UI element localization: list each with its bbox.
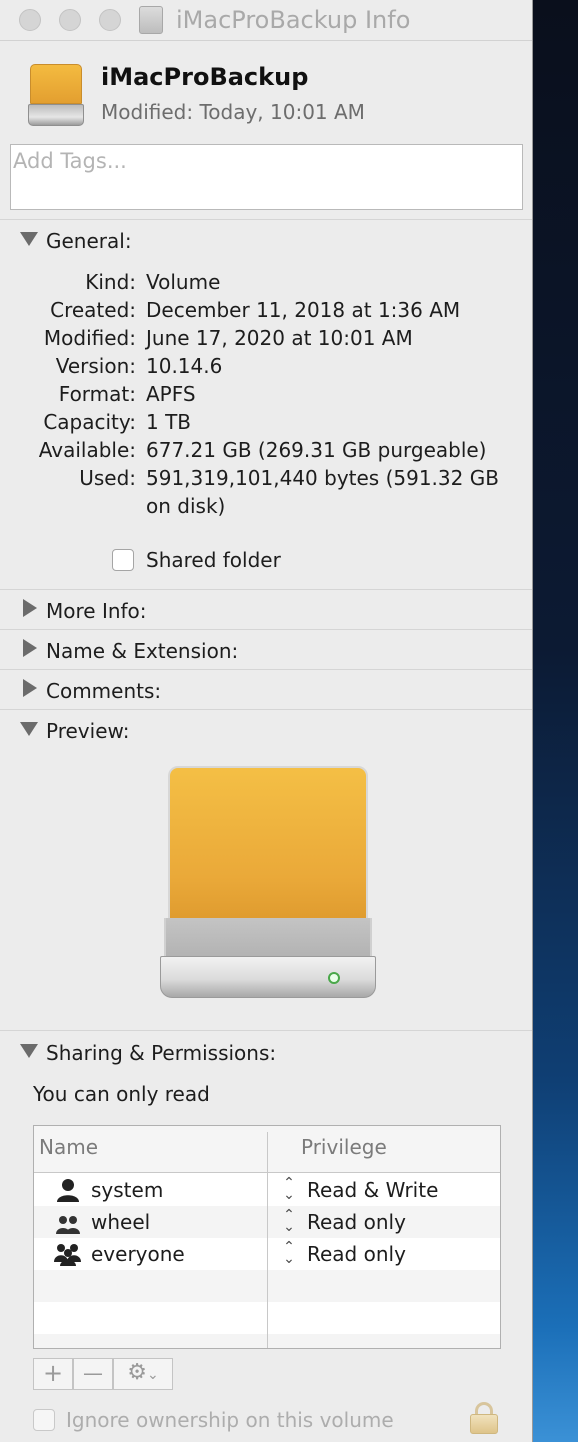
drive-led-icon [328, 972, 340, 984]
disclosure-down-icon[interactable] [18, 1040, 40, 1062]
divider [0, 669, 532, 670]
disclosure-down-icon[interactable] [18, 718, 40, 740]
divider [0, 629, 532, 630]
close-window-button[interactable] [19, 9, 41, 31]
info-window: iMacProBackup Info iMacProBackup Modifie… [0, 0, 533, 1442]
section-preview[interactable]: Preview: [18, 716, 130, 744]
header-modified: Modified: Today, 10:01 AM [101, 98, 365, 126]
info-value: APFS [146, 382, 196, 406]
privilege-stepper-icon[interactable]: ⌃ ⌄ [281, 1176, 297, 1203]
window-title: iMacProBackup Info [176, 6, 411, 34]
volume-name: iMacProBackup [101, 63, 309, 91]
section-sharing-label: Sharing & Permissions: [46, 1041, 277, 1065]
lock-icon[interactable] [470, 1402, 498, 1434]
divider [0, 589, 532, 590]
section-sharing[interactable]: Sharing & Permissions: [18, 1038, 276, 1066]
single-user-icon [54, 1178, 82, 1202]
permissions-table: Name Privilege system ⌃ ⌄ Read & Write wh… [33, 1125, 501, 1349]
info-label: Kind: [85, 270, 136, 294]
action-menu-button[interactable]: ⚙⌄ [113, 1358, 173, 1390]
info-value: 677.21 GB (269.31 GB purgeable) [146, 438, 487, 462]
section-general-label: General: [46, 229, 132, 253]
section-more-info-label: More Info: [46, 599, 147, 623]
zoom-window-button[interactable] [99, 9, 121, 31]
remove-user-button[interactable]: — [73, 1358, 113, 1390]
info-value: 1 TB [146, 410, 192, 434]
info-label: Format: [58, 382, 136, 406]
section-more-info[interactable]: More Info: [18, 596, 147, 624]
info-value: 10.14.6 [146, 354, 223, 378]
row-user-name: wheel [91, 1210, 151, 1234]
privilege-stepper-icon[interactable]: ⌃ ⌄ [281, 1208, 297, 1235]
info-label: Modified: [43, 326, 136, 350]
info-label: Created: [50, 298, 136, 322]
section-preview-label: Preview: [46, 719, 130, 743]
disclosure-right-icon[interactable] [18, 598, 40, 620]
row-user-name: everyone [91, 1242, 185, 1266]
ignore-ownership-label: Ignore ownership on this volume [66, 1408, 394, 1432]
info-label: Version: [55, 354, 136, 378]
preview-drive-image [160, 766, 376, 1000]
tags-input[interactable] [11, 145, 505, 177]
section-name-extension-label: Name & Extension: [46, 639, 239, 663]
info-label: Available: [38, 438, 136, 462]
drive-title-icon [139, 6, 163, 34]
tags-field[interactable] [10, 144, 523, 210]
column-separator [267, 1132, 268, 1348]
gear-icon: ⚙ [127, 1360, 147, 1385]
header-modified-label: Modified: [101, 100, 194, 124]
info-value: 591,319,101,440 bytes (591.32 GB on disk… [146, 466, 499, 518]
section-name-extension[interactable]: Name & Extension: [18, 636, 238, 664]
row-privilege[interactable]: Read only [307, 1240, 406, 1268]
info-value: December 11, 2018 at 1:36 AM [146, 298, 461, 322]
info-label: Capacity: [43, 410, 136, 434]
row-user-name: system [91, 1178, 164, 1202]
ignore-ownership-checkbox[interactable] [33, 1409, 55, 1431]
everyone-icon [54, 1242, 82, 1266]
info-value: Volume [146, 270, 221, 294]
divider [0, 1030, 532, 1031]
divider [0, 219, 532, 220]
shared-folder-checkbox[interactable] [112, 549, 134, 571]
column-header-privilege[interactable]: Privilege [301, 1135, 387, 1159]
section-comments-label: Comments: [46, 679, 162, 703]
divider [0, 709, 532, 710]
info-value: June 17, 2020 at 10:01 AM [146, 326, 413, 350]
title-bar: iMacProBackup Info [0, 0, 532, 41]
group-icon [54, 1210, 82, 1234]
row-privilege[interactable]: Read only [307, 1208, 406, 1236]
header-modified-value: Today, 10:01 AM [199, 100, 365, 124]
disclosure-right-icon[interactable] [18, 638, 40, 660]
shared-folder-label: Shared folder [146, 548, 281, 572]
permissions-note: You can only read [33, 1082, 210, 1106]
external-drive-icon [28, 64, 84, 128]
row-privilege[interactable]: Read & Write [307, 1176, 438, 1204]
disclosure-down-icon[interactable] [18, 228, 40, 250]
minimize-window-button[interactable] [59, 9, 81, 31]
add-user-button[interactable]: + [33, 1358, 73, 1390]
column-header-name[interactable]: Name [39, 1135, 98, 1159]
section-general[interactable]: General: [18, 226, 132, 254]
section-comments[interactable]: Comments: [18, 676, 161, 704]
disclosure-right-icon[interactable] [18, 678, 40, 700]
chevron-down-icon: ⌄ [147, 1367, 159, 1383]
info-label: Used: [79, 466, 136, 490]
privilege-stepper-icon[interactable]: ⌃ ⌄ [281, 1240, 297, 1267]
